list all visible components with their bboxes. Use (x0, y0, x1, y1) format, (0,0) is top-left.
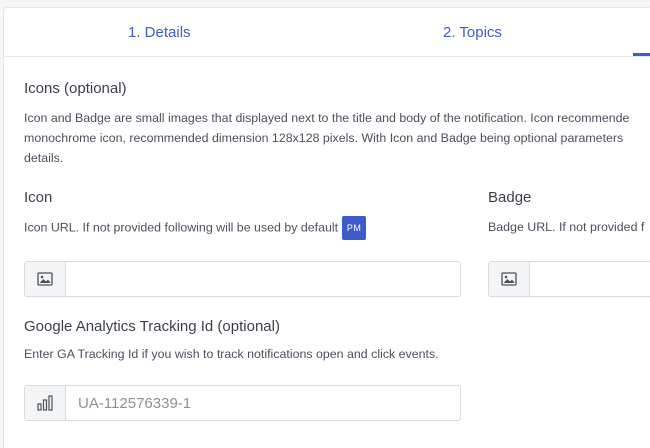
icon-url-input[interactable] (66, 262, 460, 296)
badge-url-input-group (488, 261, 650, 297)
badge-url-addon (489, 262, 530, 296)
form-card: 1. Details 2. Topics Icons (optional) Ic… (3, 7, 650, 448)
bar-chart-icon (37, 395, 53, 411)
icon-field-help: Icon URL. If not provided following will… (24, 216, 367, 240)
ga-field-label: Google Analytics Tracking Id (optional) (24, 318, 280, 335)
icon-url-addon (25, 262, 66, 296)
ga-tracking-addon (25, 386, 66, 420)
tab-bar: 1. Details 2. Topics (4, 8, 650, 57)
ga-tracking-input[interactable] (66, 386, 460, 420)
icons-section-description: Icon and Badge are small images that dis… (24, 108, 650, 168)
badge-url-input[interactable] (530, 262, 650, 296)
default-icon-badge: PM (342, 216, 367, 240)
image-icon (37, 272, 53, 286)
tab-topics[interactable]: 2. Topics (443, 24, 502, 41)
icon-url-input-group (24, 261, 461, 297)
ga-field-help: Enter GA Tracking Id if you wish to trac… (24, 347, 439, 361)
icon-field-help-text: Icon URL. If not provided following will… (24, 220, 339, 235)
active-tab-indicator (633, 53, 650, 56)
ga-tracking-input-group (24, 385, 461, 421)
icon-field-label: Icon (24, 189, 53, 206)
image-icon (501, 272, 517, 286)
description-line: monochrome icon, recommended dimension 1… (24, 131, 624, 145)
badge-field-label: Badge (488, 189, 532, 206)
tab-details[interactable]: 1. Details (128, 24, 191, 41)
icons-section-title: Icons (optional) (24, 80, 127, 97)
description-line: Icon and Badge are small images that dis… (24, 111, 630, 125)
description-line: details. (24, 151, 64, 165)
badge-field-help: Badge URL. If not provided f (488, 220, 645, 234)
page: 1. Details 2. Topics Icons (optional) Ic… (0, 0, 650, 448)
